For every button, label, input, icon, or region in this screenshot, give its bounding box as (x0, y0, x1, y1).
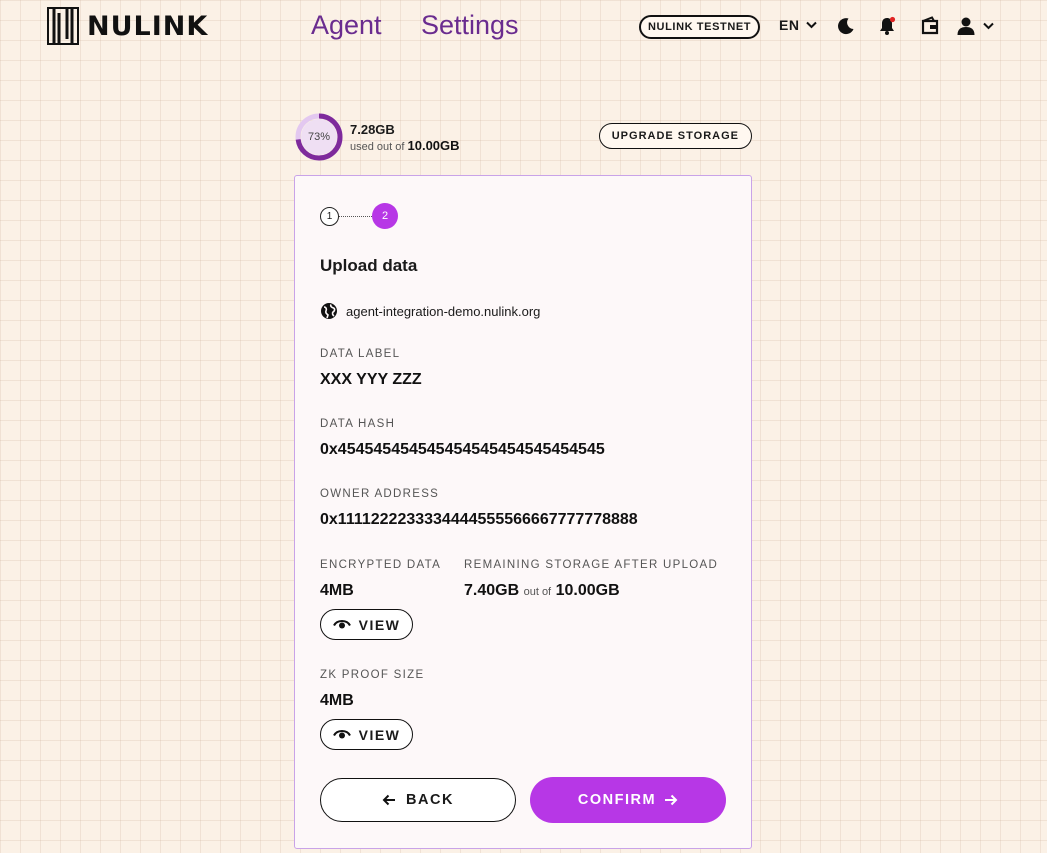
data-hash-label: DATA HASH (320, 418, 396, 430)
data-label-label: DATA LABEL (320, 348, 401, 360)
encrypted-data-label: ENCRYPTED DATA (320, 559, 442, 571)
upgrade-storage-button[interactable]: UPGRADE STORAGE (598, 123, 752, 149)
remaining-storage-value-row: 7.40GB out of 10.00GB (464, 582, 620, 600)
nav-agent[interactable]: Agent (311, 10, 382, 41)
moon-icon[interactable] (836, 16, 856, 36)
card-title: Upload data (320, 256, 418, 275)
arrow-right-icon (665, 794, 678, 806)
data-label-value: XXX YYY ZZZ (320, 371, 422, 388)
storage-used-out-of-label: used out of (350, 141, 405, 153)
user-menu[interactable] (956, 16, 996, 36)
eye-icon (332, 729, 351, 738)
remaining-storage-total: 10.00GB (555, 582, 620, 599)
zk-proof-size-value: 4MB (320, 692, 354, 709)
chevron-down-icon (806, 21, 818, 29)
data-hash-value: 0x454545454545454545454545454545 (320, 441, 605, 458)
bell-icon[interactable] (877, 16, 897, 36)
storage-used: 7.28GB (350, 122, 395, 137)
language-selector[interactable]: EN (779, 17, 818, 33)
confirm-button-label: CONFIRM (577, 792, 657, 808)
stepper: 1 2 (320, 203, 398, 229)
domain-text: agent-integration-demo.nulink.org (346, 303, 541, 319)
back-button-label: BACK (406, 792, 454, 808)
eye-icon (332, 619, 351, 628)
step-2[interactable]: 2 (372, 203, 398, 229)
encrypted-data-value: 4MB (320, 582, 354, 599)
storage-summary: 73% 7.28GB used out of 10.00GB UPGRADE S… (294, 112, 752, 162)
arrow-left-icon (382, 794, 396, 806)
view-button-label: VIEW (358, 726, 401, 743)
storage-percent: 73% (307, 131, 331, 143)
chevron-down-icon (983, 22, 994, 30)
domain-row: agent-integration-demo.nulink.org (320, 302, 540, 320)
remaining-storage-out-of: out of (523, 586, 552, 598)
logo-text: NULINK (87, 10, 209, 42)
back-button[interactable]: BACK (320, 778, 516, 822)
step-connector (339, 215, 372, 217)
storage-total: 10.00GB (407, 138, 460, 153)
network-badge[interactable]: NULINK TESTNET (639, 15, 761, 39)
user-icon (957, 17, 975, 35)
upload-card: 1 2 Upload data agent-integration-demo.n… (294, 175, 752, 849)
remaining-storage-label: REMAINING STORAGE AFTER UPLOAD (464, 559, 719, 571)
nav-settings[interactable]: Settings (421, 10, 519, 41)
view-zk-proof-button[interactable]: VIEW (320, 719, 413, 750)
view-button-label: VIEW (358, 616, 401, 633)
globe-icon (321, 303, 337, 319)
step-1[interactable]: 1 (320, 206, 339, 226)
storage-subtext: used out of 10.00GB (350, 138, 460, 153)
confirm-button[interactable]: CONFIRM (530, 777, 726, 823)
view-encrypted-data-button[interactable]: VIEW (320, 609, 413, 640)
zk-proof-size-label: ZK PROOF SIZE (320, 669, 425, 681)
nulink-logo[interactable]: NULINK (47, 7, 208, 45)
remaining-storage-value: 7.40GB (464, 582, 520, 599)
owner-address-value: 0x1111222233334444555566667777778888 (320, 511, 638, 528)
owner-address-label: OWNER ADDRESS (320, 488, 440, 500)
language-label: EN (779, 17, 800, 33)
wallet-icon[interactable] (920, 16, 940, 36)
nulink-logo-icon (47, 7, 79, 45)
